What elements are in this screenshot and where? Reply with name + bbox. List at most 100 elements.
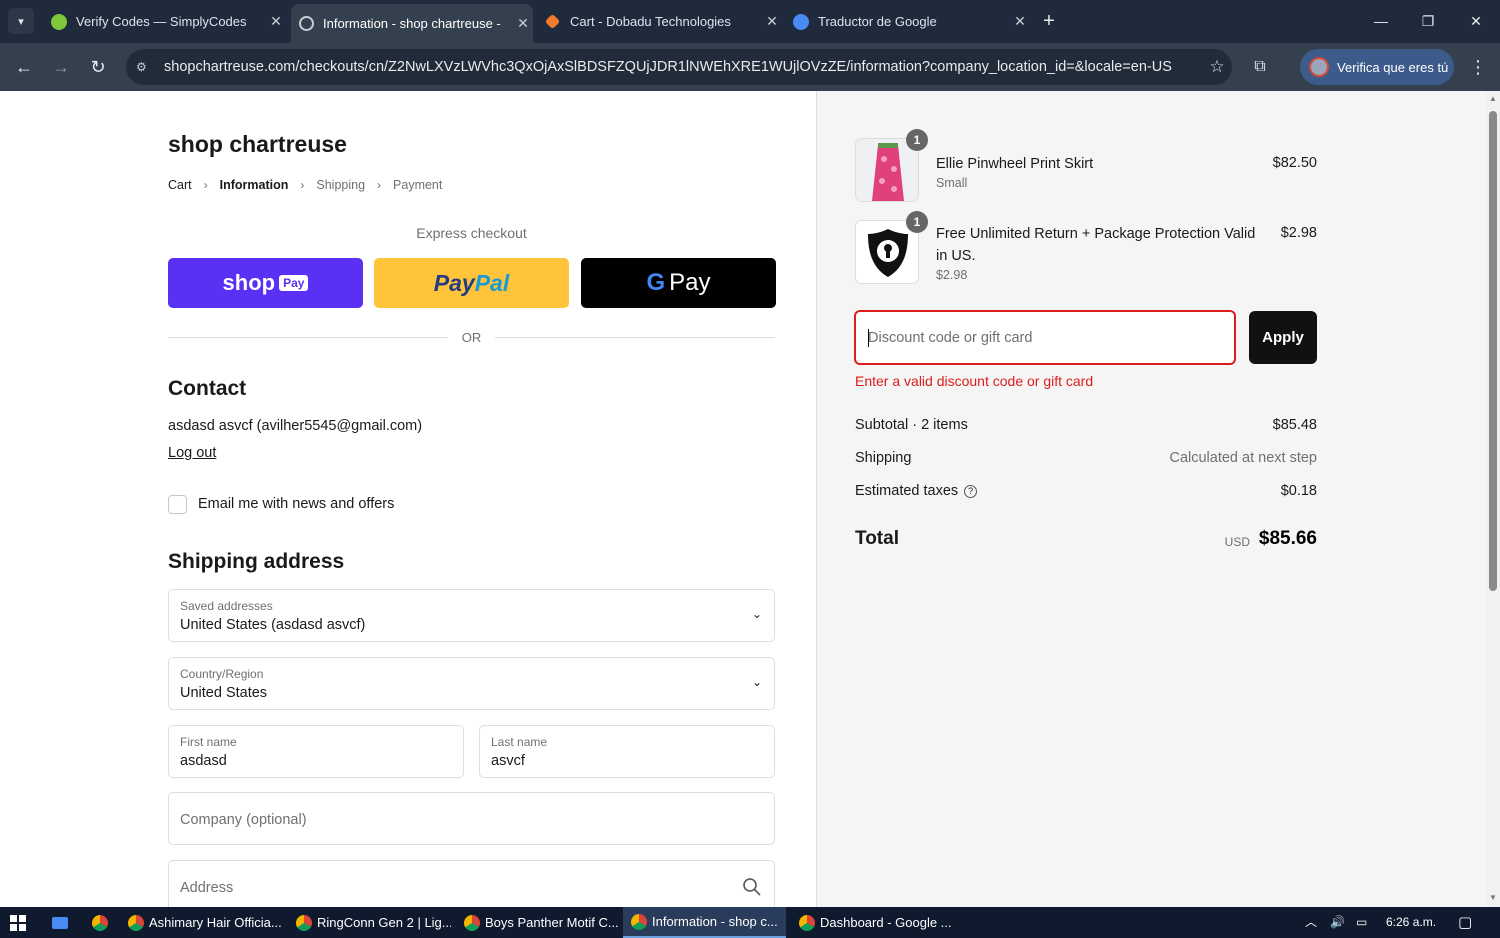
first-name-field[interactable]: First name asdasd (168, 725, 464, 778)
newsletter-label[interactable]: Email me with news and offers (198, 496, 394, 512)
url-text[interactable]: shopchartreuse.com/checkouts/cn/Z2NwLXVz… (164, 59, 1202, 75)
extensions-icon[interactable]: ⧉ (1248, 55, 1272, 79)
first-name-label: First name (180, 735, 237, 749)
help-icon[interactable]: ? (964, 485, 978, 498)
or-divider: OR (168, 327, 775, 347)
taskbar-app-label: Information - shop c... (652, 914, 778, 929)
item-variant: Small (936, 176, 968, 190)
close-tab-icon[interactable]: ✕ (513, 15, 533, 32)
breadcrumb-payment: Payment (393, 178, 443, 192)
bookmark-star-icon[interactable]: ☆ (1202, 57, 1232, 77)
country-value: United States (180, 685, 268, 701)
tab-simplycodes[interactable]: Verify Codes — SimplyCodes ✕ (44, 6, 286, 37)
shop-pay-button[interactable]: shop Pay (168, 258, 363, 308)
company-placeholder: Company (optional) (180, 812, 307, 828)
site-settings-icon[interactable]: ⚙ (136, 60, 152, 74)
shop-pay-badge: Pay (279, 275, 309, 291)
breadcrumb-cart[interactable]: Cart (168, 178, 192, 192)
page-scrollbar[interactable]: ▲ ▼ (1486, 91, 1500, 907)
browser-tab-bar: ▾ Verify Codes — SimplyCodes ✕ Informati… (0, 0, 1500, 43)
taskbar-app-label: Boys Panther Motif C... (485, 915, 619, 930)
chrome-icon[interactable] (84, 907, 116, 938)
apply-discount-button[interactable]: Apply (1249, 311, 1317, 364)
browser-toolbar: ← → ↻ ⚙ shopchartreuse.com/checkouts/cn/… (0, 43, 1500, 91)
browser-menu-icon[interactable]: ⋮ (1466, 55, 1490, 79)
total-label: Total (855, 528, 899, 549)
taskbar-app-boys-panther[interactable]: Boys Panther Motif C... (456, 907, 619, 938)
country-select[interactable]: Country/Region United States ⌄ (168, 657, 775, 710)
windows-taskbar: Ashimary Hair Officia... RingConn Gen 2 … (0, 907, 1500, 938)
breadcrumb: Cart › Information › Shipping › Payment (168, 178, 442, 192)
country-label: Country/Region (180, 667, 264, 681)
line-item: 1 Free Unlimited Return + Package Protec… (855, 211, 1317, 286)
subtotal-row: Subtotal · 2 items $85.48 (855, 417, 1317, 433)
checkout-page: shop chartreuse Cart › Information › Shi… (0, 91, 1500, 907)
taskbar-app-dashboard[interactable]: Dashboard - Google ... (791, 907, 951, 938)
first-name-value: asdasd (180, 753, 227, 769)
taskbar-app-information-shop[interactable]: Information - shop c... (623, 907, 786, 938)
profile-button[interactable]: Verifica que eres tú (1300, 49, 1454, 85)
close-window-icon[interactable]: ✕ (1461, 8, 1491, 34)
scrollbar-thumb[interactable] (1489, 111, 1497, 591)
shop-pay-logo: shop (222, 270, 276, 295)
shipping-label: Shipping (855, 450, 912, 466)
google-translate-favicon-icon (793, 13, 809, 30)
close-tab-icon[interactable]: ✕ (762, 13, 782, 30)
scroll-up-icon[interactable]: ▲ (1488, 94, 1498, 103)
discount-input[interactable]: Discount code or gift card (854, 310, 1236, 365)
contact-account: asdasd asvcf (avilher5545@gmail.com) (168, 418, 423, 434)
file-explorer-icon[interactable] (44, 907, 76, 938)
address-bar[interactable]: ⚙ shopchartreuse.com/checkouts/cn/Z2NwLX… (126, 49, 1232, 85)
paypal-button[interactable]: Pay Pal (374, 258, 569, 308)
company-field[interactable]: Company (optional) (168, 792, 775, 845)
close-tab-icon[interactable]: ✕ (1010, 13, 1030, 30)
taskbar-app-ringconn[interactable]: RingConn Gen 2 | Lig... (288, 907, 451, 938)
tab-dobadu-cart[interactable]: Cart - Dobadu Technologies ✕ (540, 6, 782, 37)
tab-label: Information - shop chartreuse - (323, 16, 501, 31)
line-item: 1 Ellie Pinwheel Print Skirt Small $82.5… (855, 129, 1317, 204)
taxes-value: $0.18 (1280, 483, 1317, 499)
address-field[interactable]: Address (168, 860, 775, 907)
item-price: $2.98 (1280, 225, 1317, 241)
notifications-icon[interactable]: ▢ (1458, 907, 1472, 938)
profile-label: Verifica que eres tú (1337, 59, 1449, 75)
scroll-down-icon[interactable]: ▼ (1488, 893, 1498, 902)
taskbar-app-ashimary[interactable]: Ashimary Hair Officia... (120, 907, 283, 938)
quantity-badge: 1 (906, 129, 928, 151)
back-arrow-icon[interactable]: ← (12, 55, 36, 79)
tab-search-icon[interactable]: ▾ (8, 8, 34, 34)
tab-shop-chartreuse[interactable]: Information - shop chartreuse - ✕ (291, 4, 533, 43)
last-name-value: asvcf (491, 753, 525, 769)
tab-google-translate[interactable]: Traductor de Google ✕ (788, 6, 1030, 37)
new-tab-button[interactable]: + (1038, 8, 1060, 34)
google-pay-button[interactable]: G Pay (581, 258, 776, 308)
taskbar-app-label: Dashboard - Google ... (820, 915, 951, 930)
paypal-logo-part: Pay (433, 269, 475, 296)
subtotal-value: $85.48 (1272, 417, 1317, 433)
reload-icon[interactable]: ↻ (86, 55, 110, 79)
tab-label: Verify Codes — SimplyCodes (76, 14, 247, 29)
globe-icon (299, 16, 314, 31)
text-caret (868, 329, 869, 347)
clock-time[interactable]: 6:26 a.m. (1386, 907, 1436, 938)
avatar (1309, 57, 1329, 77)
currency-code: USD (1224, 535, 1250, 549)
last-name-field[interactable]: Last name asvcf (479, 725, 775, 778)
newsletter-checkbox[interactable] (168, 495, 187, 514)
logout-link[interactable]: Log out (168, 445, 216, 461)
network-icon[interactable]: ▭ (1356, 907, 1367, 938)
tray-chevron-icon[interactable]: ︿ (1305, 907, 1317, 938)
saved-addresses-select[interactable]: Saved addresses United States (asdasd as… (168, 589, 775, 642)
minimize-icon[interactable]: — (1366, 8, 1396, 34)
contact-heading: Contact (168, 377, 247, 400)
forward-arrow-icon[interactable]: → (49, 55, 73, 79)
chevron-right-icon: › (300, 178, 305, 192)
saved-addresses-label: Saved addresses (180, 599, 273, 613)
volume-icon[interactable]: 🔊 (1330, 907, 1345, 938)
windows-start-icon[interactable] (0, 907, 36, 938)
shop-name[interactable]: shop chartreuse (168, 131, 347, 158)
restore-icon[interactable]: ❐ (1413, 8, 1443, 34)
quantity-badge: 1 (906, 211, 928, 233)
close-tab-icon[interactable]: ✕ (266, 13, 286, 30)
item-name: Ellie Pinwheel Print Skirt (936, 156, 1094, 172)
